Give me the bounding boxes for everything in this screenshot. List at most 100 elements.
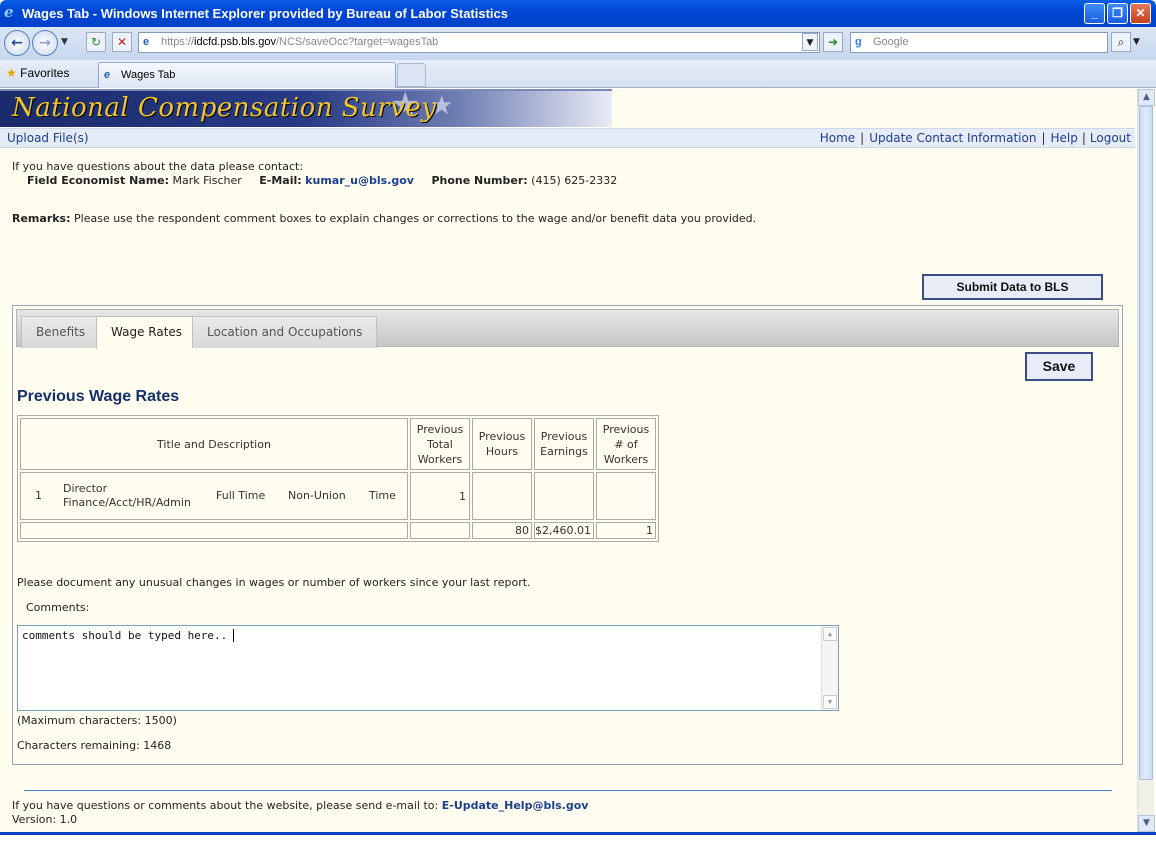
search-input[interactable]: g Google [850,32,1108,53]
new-tab-button[interactable] [397,63,426,87]
economist-email-link[interactable]: kumar_u@bls.gov [305,174,414,187]
window-title-bar: e Wages Tab - Windows Internet Explorer … [0,0,1156,27]
contact-details: Field Economist Name: Mark Fischer E-Mai… [12,174,617,188]
remarks-label: Remarks: [12,212,71,225]
earnings-cell [534,472,594,520]
total-workers-cell: 1 [410,472,470,520]
notes-instruction: Please document any unusual changes in w… [17,576,531,589]
table-row: 1 Director Finance/Acct/HR/Admin Full Ti… [20,472,656,520]
previous-earnings-value: $2,460.01 [534,522,594,539]
refresh-icon[interactable]: ↻ [86,32,106,52]
nav-separator: | [860,131,865,145]
minimize-button[interactable]: _ [1084,3,1105,24]
row-index: 1 [35,489,42,502]
banner-title: National Compensation Survey [12,93,437,123]
help-link[interactable]: Help [1051,131,1078,145]
tab-location-occupations[interactable]: Location and Occupations [192,316,378,348]
scrollbar-thumb[interactable] [1139,106,1153,780]
occupation-cell: 1 Director Finance/Acct/HR/Admin Full Ti… [20,472,408,520]
page-scrollbar[interactable]: ▲ ▼ [1137,89,1155,832]
search-magnifier-icon[interactable]: ⌕ [1111,32,1131,52]
tab-strip: Benefits Wage Rates Location and Occupat… [16,309,1119,349]
text-cursor [233,629,241,642]
google-logo-icon: g [855,36,862,48]
remarks-text: Please use the respondent comment boxes … [74,212,757,225]
window-bottom-edge [0,832,1156,864]
close-button[interactable]: ✕ [1130,3,1151,24]
num-workers-cell [596,472,656,520]
favorites-bar: ★ Favorites e Wages Tab [0,60,1156,88]
textarea-scrollbar[interactable]: ▲ ▼ [821,626,838,710]
phone-number: (415) 625-2332 [531,174,618,187]
search-placeholder: Google [873,36,909,48]
favorites-label: Favorites [20,66,70,80]
footer-divider [24,790,1112,791]
tab-wage-rates[interactable]: Wage Rates [96,316,198,349]
tab-ie-icon: e [104,69,111,81]
subrow-empty-cell [20,522,408,539]
window-title: Wages Tab - Windows Internet Explorer pr… [22,6,509,21]
stop-icon[interactable]: ✕ [112,32,132,52]
favorites-button[interactable]: ★ Favorites [6,66,69,80]
header-total-workers: Previous Total Workers [410,418,470,470]
url-domain: idcfd.psb.bls.gov [194,36,276,48]
contact-intro: If you have questions about the data ple… [12,160,304,173]
union-status: Non-Union [288,489,346,502]
address-toolbar: ← → ▼ ↻ ✕ e https://idcfd.psb.bls.gov/NCS… [0,27,1156,60]
scroll-up-icon[interactable]: ▲ [823,627,837,641]
address-input[interactable]: e https://idcfd.psb.bls.gov/NCS/saveOcc?t… [138,32,820,53]
characters-remaining: Characters remaining: 1468 [17,739,172,752]
header-earnings: Previous Earnings [534,418,594,470]
upload-files-link[interactable]: Upload File(s) [7,131,89,145]
top-navigation: Upload File(s) Home | Update Contact Infor… [0,128,1135,148]
history-dropdown-icon[interactable]: ▼ [61,37,68,47]
hours-cell [472,472,532,520]
tab-benefits[interactable]: Benefits [21,316,101,348]
header-title-description: Title and Description [20,418,408,470]
home-link[interactable]: Home [820,131,855,145]
comments-text: comments should be typed here.. [22,629,228,642]
version-text: Version: 1.0 [12,813,78,826]
address-dropdown-icon[interactable]: ▼ [802,33,818,51]
header-hours: Previous Hours [472,418,532,470]
page-viewport: ★ ★ National Compensation Survey Upload … [0,89,1156,832]
submit-data-button[interactable]: Submit Data to BLS [922,274,1103,300]
phone-label: Phone Number: [431,174,528,187]
footer-text: If you have questions or comments about … [12,799,439,812]
subrow-empty-cell [410,522,470,539]
site-banner: ★ ★ National Compensation Survey [0,89,612,127]
help-email-link[interactable]: E-Update_Help@bls.gov [442,799,589,812]
go-arrow-icon[interactable]: ➜ [823,32,843,52]
ie-logo-icon: e [4,3,14,21]
occupation-title: Director Finance/Acct/HR/Admin [63,482,191,509]
scroll-up-icon[interactable]: ▲ [1138,89,1155,106]
previous-wages-table: Title and Description Previous Total Wor… [17,415,659,542]
header-num-workers: Previous # of Workers [596,418,656,470]
save-button[interactable]: Save [1025,352,1093,381]
wages-panel: Benefits Wage Rates Location and Occupat… [12,305,1123,765]
star-icon: ★ [6,66,17,80]
work-schedule: Full Time [216,489,266,502]
previous-num-workers-value: 1 [596,522,656,539]
page-icon: e [143,36,150,48]
comments-label: Comments: [26,601,90,614]
comments-textarea[interactable]: comments should be typed here.. ▲ ▼ [17,625,839,711]
search-options-icon[interactable]: ▼ [1133,37,1140,47]
forward-button[interactable]: → [32,30,58,56]
browser-tab-wages[interactable]: e Wages Tab [98,62,396,88]
update-contact-link[interactable]: Update Contact Information [869,131,1036,145]
scroll-down-icon[interactable]: ▼ [1138,815,1155,832]
nav-separator: | [1081,131,1086,145]
footer: If you have questions or comments about … [12,799,588,827]
remarks: Remarks: Please use the respondent comme… [12,212,756,225]
nav-separator: | [1041,131,1046,145]
table-header-row: Title and Description Previous Total Wor… [20,418,656,470]
tab-title: Wages Tab [121,69,176,81]
logout-link[interactable]: Logout [1090,131,1131,145]
back-button[interactable]: ← [4,30,30,56]
scroll-down-icon[interactable]: ▼ [823,695,837,709]
economist-label: Field Economist Name: [27,174,170,187]
economist-name: Mark Fischer [172,174,242,187]
restore-button[interactable]: ❐ [1107,3,1128,24]
contact-info: If you have questions about the data ple… [12,160,617,188]
